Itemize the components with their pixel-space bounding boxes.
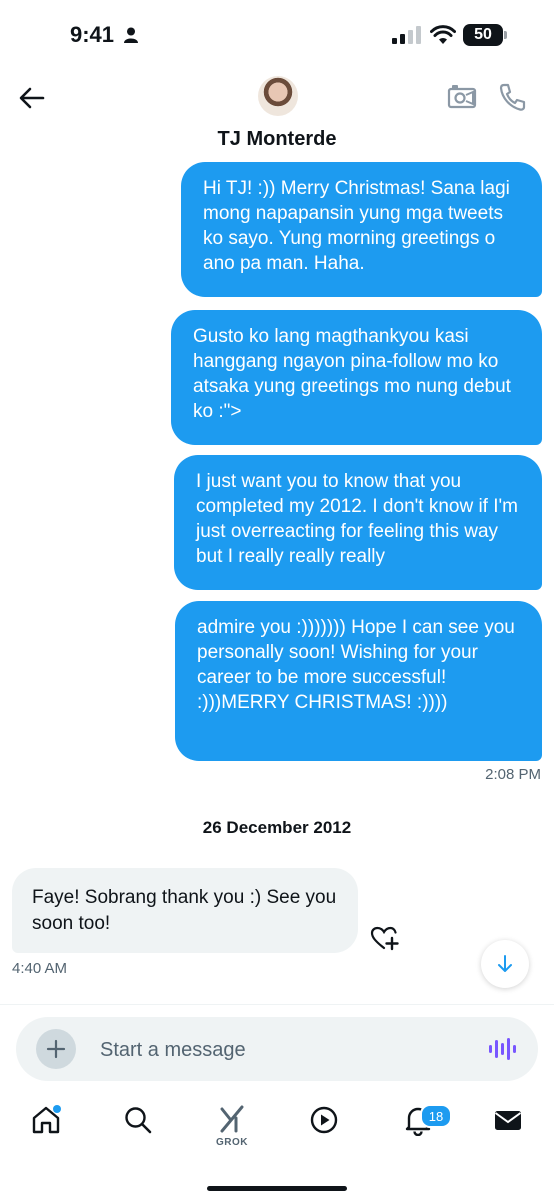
message-bubble-outgoing[interactable]: Gusto ko lang magthankyou kasi hanggang … [171, 310, 542, 445]
phone-call-icon[interactable] [498, 82, 526, 112]
home-indicator [207, 1186, 347, 1191]
contact-avatar[interactable] [258, 76, 298, 116]
plus-icon [46, 1039, 66, 1059]
message-bubble-outgoing[interactable]: admire you :))))))) Hope I can see you p… [175, 601, 542, 761]
voice-message-icon[interactable] [488, 1036, 516, 1062]
tab-messages[interactable] [488, 1104, 528, 1148]
composer-divider [0, 1004, 554, 1005]
tab-video[interactable] [304, 1104, 344, 1148]
message-bubble-outgoing[interactable]: I just want you to know that you complet… [174, 455, 542, 590]
cellular-signal-icon [392, 26, 421, 44]
tab-search[interactable] [118, 1104, 158, 1148]
message-timestamp: 4:40 AM [12, 960, 68, 977]
message-timestamp: 2:08 PM [485, 766, 541, 783]
video-call-icon[interactable] [447, 84, 477, 110]
arrow-down-icon [498, 955, 512, 972]
grok-label: GROK [216, 1137, 248, 1148]
message-bubble-incoming[interactable]: Faye! Sobrang thank you :) See you soon … [12, 868, 358, 953]
status-time: 9:41 [70, 22, 115, 47]
home-notification-dot [53, 1105, 61, 1113]
message-bubble-outgoing[interactable]: Hi TJ! :)) Merry Christmas! Sana lagi mo… [181, 162, 542, 297]
message-input[interactable] [98, 1032, 472, 1068]
search-icon [125, 1107, 152, 1134]
scroll-to-bottom-button[interactable] [481, 940, 529, 988]
contact-name[interactable]: TJ Monterde [0, 128, 554, 151]
back-arrow-icon[interactable] [18, 84, 46, 112]
add-reaction-icon[interactable] [370, 925, 400, 951]
battery-icon: 50 [463, 24, 503, 46]
add-media-button[interactable] [36, 1029, 76, 1069]
battery-cap [504, 31, 507, 39]
envelope-icon [494, 1111, 522, 1130]
date-separator: 26 December 2012 [202, 818, 352, 837]
notifications-badge: 18 [420, 1104, 452, 1128]
person-icon [124, 27, 138, 43]
grok-icon [220, 1105, 244, 1133]
play-video-icon [310, 1106, 338, 1134]
wifi-icon [430, 25, 456, 44]
